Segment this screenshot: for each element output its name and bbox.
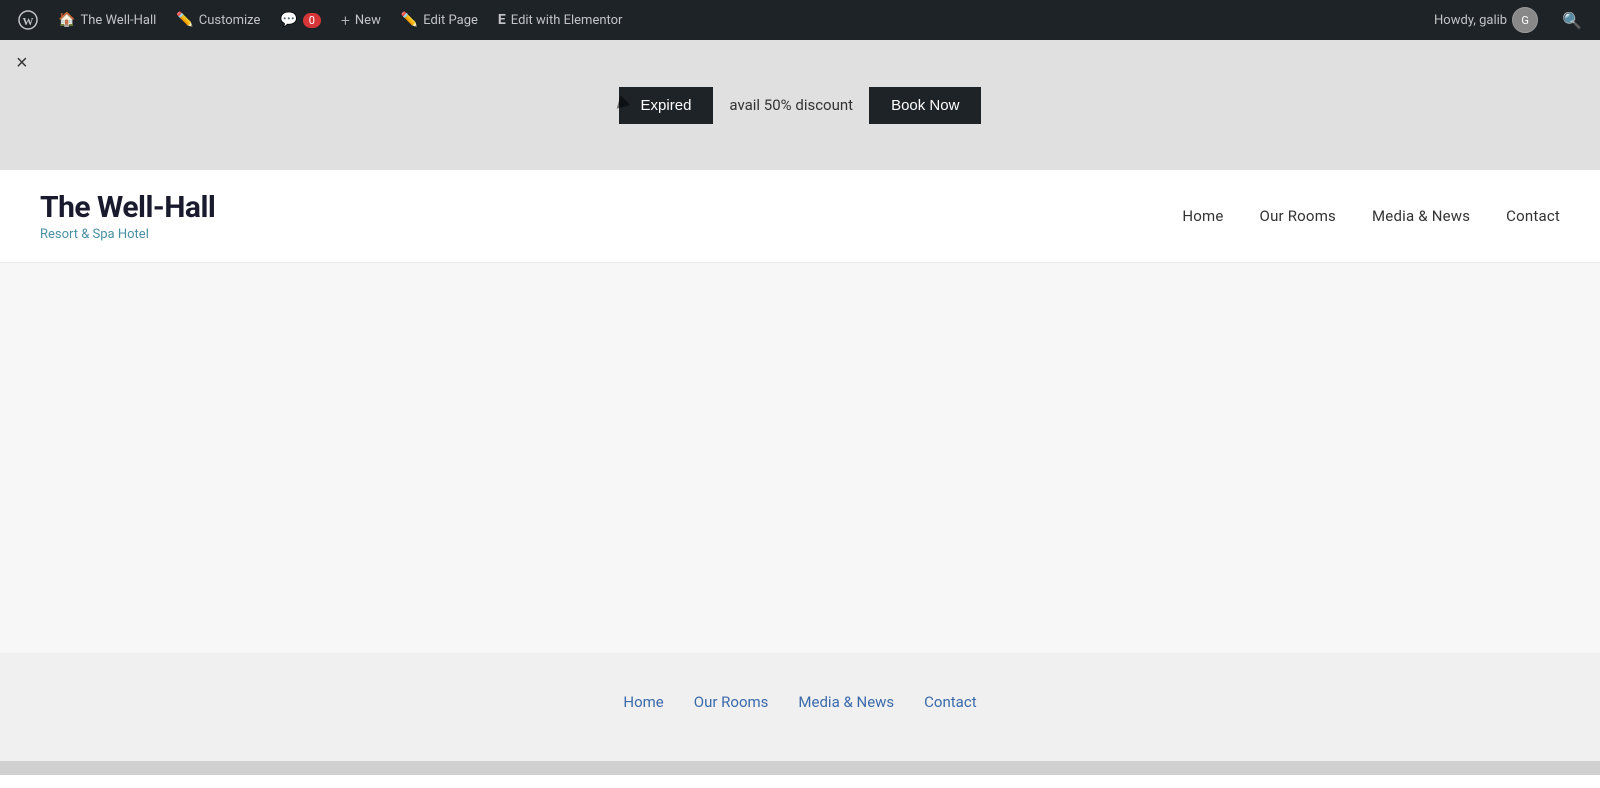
notification-bar: × Expired avail 50% discount Book Now: [0, 40, 1600, 170]
site-branding: The Well-Hall Resort & Spa Hotel: [40, 190, 215, 242]
site-header: The Well-Hall Resort & Spa Hotel Home Ou…: [0, 170, 1600, 263]
nav-item-contact[interactable]: Contact: [1506, 207, 1560, 225]
site-icon: 🏠: [58, 12, 75, 28]
site-tagline: Resort & Spa Hotel: [40, 227, 215, 242]
customize-item[interactable]: ✏️ Customize: [166, 0, 270, 40]
site-name-item[interactable]: 🏠 The Well-Hall: [48, 0, 166, 40]
site-footer: Home Our Rooms Media & News Contact: [0, 653, 1600, 761]
edit-elementor-item[interactable]: E Edit with Elementor: [488, 0, 633, 40]
site-title: The Well-Hall: [40, 190, 215, 225]
nav-item-home[interactable]: Home: [1182, 207, 1223, 225]
edit-page-label: Edit Page: [423, 13, 478, 28]
main-nav: Home Our Rooms Media & News Contact: [1182, 207, 1560, 225]
close-button[interactable]: ×: [16, 52, 28, 75]
search-icon: 🔍: [1562, 11, 1582, 30]
discount-text: avail 50% discount: [729, 96, 853, 114]
scrollbar-area[interactable]: [0, 761, 1600, 775]
wp-logo-item[interactable]: W: [8, 0, 48, 40]
customize-label: Customize: [199, 13, 261, 28]
customize-icon: ✏️: [176, 12, 193, 28]
book-now-button[interactable]: Book Now: [869, 87, 981, 124]
footer-nav: Home Our Rooms Media & News Contact: [623, 693, 976, 711]
svg-text:W: W: [23, 16, 34, 28]
footer-nav-item-contact[interactable]: Contact: [924, 693, 976, 711]
expired-button[interactable]: Expired: [619, 87, 714, 124]
avatar: G: [1512, 7, 1538, 33]
search-item[interactable]: 🔍: [1552, 0, 1592, 40]
admin-bar: W 🏠 The Well-Hall ✏️ Customize 💬 0 + New…: [0, 0, 1600, 40]
howdy-item[interactable]: Howdy, galib G: [1424, 0, 1548, 40]
nav-item-our-rooms[interactable]: Our Rooms: [1260, 207, 1336, 225]
edit-elementor-label: Edit with Elementor: [511, 13, 623, 28]
footer-nav-item-media-news[interactable]: Media & News: [798, 693, 894, 711]
howdy-label: Howdy, galib: [1434, 13, 1507, 28]
new-item[interactable]: + New: [331, 0, 391, 40]
edit-page-item[interactable]: ✏️ Edit Page: [391, 0, 488, 40]
comments-item[interactable]: 💬 0: [270, 0, 330, 40]
admin-bar-right: Howdy, galib G 🔍: [1424, 0, 1592, 40]
site-name-label: The Well-Hall: [80, 13, 156, 28]
edit-page-icon: ✏️: [401, 12, 418, 28]
new-icon: +: [341, 11, 350, 30]
footer-nav-item-home[interactable]: Home: [623, 693, 663, 711]
comments-icon: 💬: [280, 12, 297, 28]
new-label: New: [355, 13, 381, 28]
nav-item-media-news[interactable]: Media & News: [1372, 207, 1470, 225]
comments-count: 0: [303, 13, 321, 28]
footer-nav-item-our-rooms[interactable]: Our Rooms: [694, 693, 769, 711]
elementor-icon: E: [498, 12, 506, 28]
main-content: [0, 263, 1600, 653]
